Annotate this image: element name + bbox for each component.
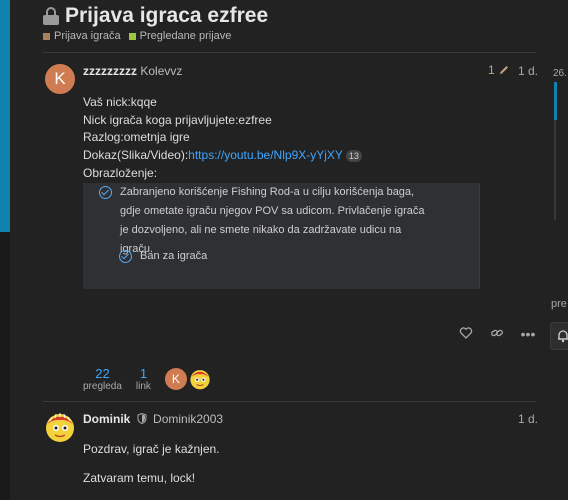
avatar-letter: K [54, 69, 66, 88]
topic-header: Prijava igraca ezfree [43, 4, 268, 28]
like-button[interactable] [458, 326, 474, 342]
quoted-rules-block: Zabranjeno korišćenje Fishing Rod-a u ci… [83, 183, 480, 289]
line-explanation: Obrazloženje: [83, 166, 158, 180]
shield-icon [137, 412, 147, 425]
rule-text: Ban za igrača [140, 250, 208, 262]
line-reported: Nick igrača koga prijavljujete:ezfree [83, 112, 272, 127]
header-divider [43, 52, 536, 53]
avatar[interactable]: K [45, 64, 75, 94]
views-stat: 22 pregleda [83, 366, 122, 392]
avatar-letter: K [171, 372, 180, 386]
check-circle-icon [99, 186, 112, 199]
category-badge-prijava[interactable]: Prijava igrača [43, 30, 121, 42]
timeline-handle[interactable] [554, 82, 557, 120]
links-count: 1 [139, 366, 148, 381]
link-icon [491, 329, 503, 337]
post-author: Dominik Dominik2003 [83, 412, 223, 426]
line-reason: Razlog:ometnja igre [83, 130, 190, 144]
links-stat[interactable]: 1 link [136, 366, 151, 392]
post-author: zzzzzzzzz Kolevvz [83, 64, 182, 78]
views-label: pregleda [83, 381, 122, 392]
fullname-link[interactable]: Dominik2003 [153, 412, 223, 426]
category-list: Prijava igrača Pregledane prijave [43, 30, 231, 42]
left-accent-bar [0, 0, 10, 232]
participant-avatar[interactable]: K [164, 368, 187, 390]
category-color-square [128, 32, 136, 40]
share-button[interactable] [489, 326, 505, 342]
click-count-badge: 13 [345, 149, 362, 162]
category-label: Pregledane prijave [139, 30, 232, 42]
more-actions-button[interactable]: ••• [520, 326, 536, 342]
edit-count: 1 [488, 63, 495, 77]
notification-button[interactable] [550, 322, 568, 350]
proof-label: Dokaz(Slika/Video): [83, 147, 189, 162]
category-badge-pregledane[interactable]: Pregledane prijave [128, 30, 232, 42]
category-color-square [43, 32, 50, 40]
lock-icon [43, 7, 59, 25]
post-body: Vaš nick:kqqe Nick igrača koga prijavlju… [83, 94, 362, 183]
pencil-icon [499, 66, 508, 74]
edit-history-button[interactable]: 1 [488, 63, 510, 77]
username-link[interactable]: Dominik [83, 412, 130, 426]
timeline-date[interactable]: 26. [553, 68, 567, 79]
line-proof: Dokaz(Slika/Video):https://youtu.be/Nlp9… [83, 147, 362, 166]
ellipsis-icon: ••• [520, 326, 536, 342]
post-date[interactable]: 1 d. [518, 64, 538, 78]
participant-avatar[interactable] [189, 368, 211, 390]
post-body: Pozdrav, igrač je kažnjen. Zatvaram temu… [83, 441, 220, 487]
topic-stats: 22 pregleda 1 link K [83, 366, 211, 392]
line-nick: Vaš nick:kqqe [83, 95, 157, 109]
topic-title[interactable]: Prijava igraca ezfree [65, 4, 268, 28]
views-count: 22 [95, 366, 110, 381]
bell-icon [558, 330, 568, 343]
avatar[interactable] [44, 411, 76, 443]
left-panel-edge [0, 232, 10, 500]
heart-icon [459, 327, 473, 339]
post-date[interactable]: 1 d. [518, 412, 538, 426]
reply-line: Pozdrav, igrač je kažnjen. [83, 442, 220, 456]
rule-item: Ban za igrača [119, 247, 207, 266]
proof-link[interactable]: https://youtu.be/Nlp9X-yYjXY [188, 148, 343, 162]
fullname-link[interactable]: Kolevvz [140, 64, 182, 78]
username-link[interactable]: zzzzzzzzz [83, 64, 137, 78]
posts-divider [43, 401, 536, 402]
timeline-label: pre [551, 298, 567, 310]
participants: K [164, 368, 211, 390]
check-circle-icon [119, 250, 132, 263]
reply-line: Zatvaram temu, lock! [83, 471, 196, 485]
category-label: Prijava igrača [54, 30, 121, 42]
links-label: link [135, 381, 151, 392]
